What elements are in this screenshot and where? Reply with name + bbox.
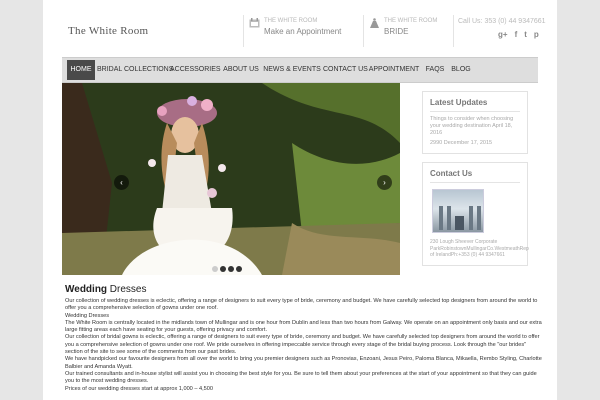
page-title-rest: Dresses <box>107 284 147 295</box>
header-divider <box>453 15 454 47</box>
contact-box: Contact Us 230 Lough Sheever Corporate P… <box>422 162 529 266</box>
bride-photo <box>62 83 400 275</box>
social-links: g+ f t p <box>498 31 539 39</box>
twitter-icon[interactable]: t <box>524 31 527 39</box>
page-title-bold: Wedding <box>65 284 108 295</box>
contact-title: Contact Us <box>430 169 520 183</box>
nav-bridal-collections[interactable]: BRIDAL COLLECTIONS <box>97 58 173 82</box>
content-paragraph: Our collection of wedding dresses is ecl… <box>65 298 538 312</box>
nav-blog[interactable]: BLOG <box>450 58 472 82</box>
appointment-link[interactable]: THE WHITE ROOM Make an Appointment <box>249 17 359 43</box>
site-header: The White Room THE WHITE ROOM Make an Ap… <box>43 0 557 57</box>
nav-contact-us[interactable]: CONTACT US <box>323 58 368 82</box>
content-paragraph: Our trained consultants and in-house sty… <box>65 370 537 385</box>
appointment-caption: THE WHITE ROOM <box>264 18 318 24</box>
update-link[interactable]: Things to consider when choosing your we… <box>430 116 520 137</box>
facebook-icon[interactable]: f <box>515 31 518 39</box>
slider-dots <box>212 266 242 272</box>
nav-accessories[interactable]: ACCESSORIES <box>170 58 221 82</box>
storefront-photo <box>432 189 484 233</box>
bride-caption: THE WHITE ROOM <box>384 18 438 24</box>
nav-news-events[interactable]: NEWS & EVENTS <box>262 58 322 82</box>
page-title: Wedding Dresses <box>65 284 543 295</box>
bride-label: BRIDE <box>384 27 409 36</box>
slider-next-button[interactable]: › <box>377 175 392 190</box>
nav-home[interactable]: HOME <box>67 60 95 80</box>
content-paragraph: We have handpicked our favourite designe… <box>65 356 542 370</box>
site-logo[interactable]: The White Room <box>68 25 148 37</box>
content-paragraph: Our collection of bridal gowns is eclect… <box>65 334 540 356</box>
latest-updates-title: Latest Updates <box>430 98 520 112</box>
contact-address: 230 Lough Sheever Corporate ParkRobinsto… <box>430 239 529 258</box>
slider-prev-button[interactable]: ‹ <box>114 175 129 190</box>
header-divider <box>363 15 364 47</box>
sidebar: Latest Updates Things to consider when c… <box>422 91 529 266</box>
appointment-label: Make an Appointment <box>264 27 342 36</box>
call-us-text: Call Us: 353 (0) 44 9347661 <box>458 18 546 25</box>
nav-about-us[interactable]: ABOUT US <box>222 58 260 82</box>
header-divider <box>243 15 244 47</box>
slider-dot[interactable] <box>212 266 218 272</box>
google-plus-icon[interactable]: g+ <box>498 31 508 39</box>
nav-faqs[interactable]: FAQS <box>424 58 446 82</box>
main-nav: HOME BRIDAL COLLECTIONS ACCESSORIES ABOU… <box>62 57 538 83</box>
hero-slider[interactable]: ‹ › <box>62 83 400 275</box>
latest-updates-box: Latest Updates Things to consider when c… <box>422 91 528 154</box>
content-subheading: Wedding Dresses <box>65 312 110 319</box>
slider-dot[interactable] <box>220 266 226 272</box>
nav-appointment[interactable]: APPOINTMENT <box>368 58 420 82</box>
main-content: Wedding Dresses Our collection of weddin… <box>65 284 543 393</box>
pinterest-icon[interactable]: p <box>534 31 539 39</box>
dress-icon <box>370 18 379 28</box>
bride-link[interactable]: THE WHITE ROOM BRIDE <box>369 17 449 43</box>
content-paragraph: The White Room is centrally located in t… <box>65 319 542 334</box>
calendar-icon <box>249 18 260 28</box>
content-paragraph: Prices of our wedding dresses start at a… <box>65 385 214 392</box>
slider-dot[interactable] <box>228 266 234 272</box>
update-link[interactable]: 2990 December 17, 2015 <box>430 140 520 147</box>
slider-dot[interactable] <box>236 266 242 272</box>
page: The White Room THE WHITE ROOM Make an Ap… <box>43 0 557 400</box>
